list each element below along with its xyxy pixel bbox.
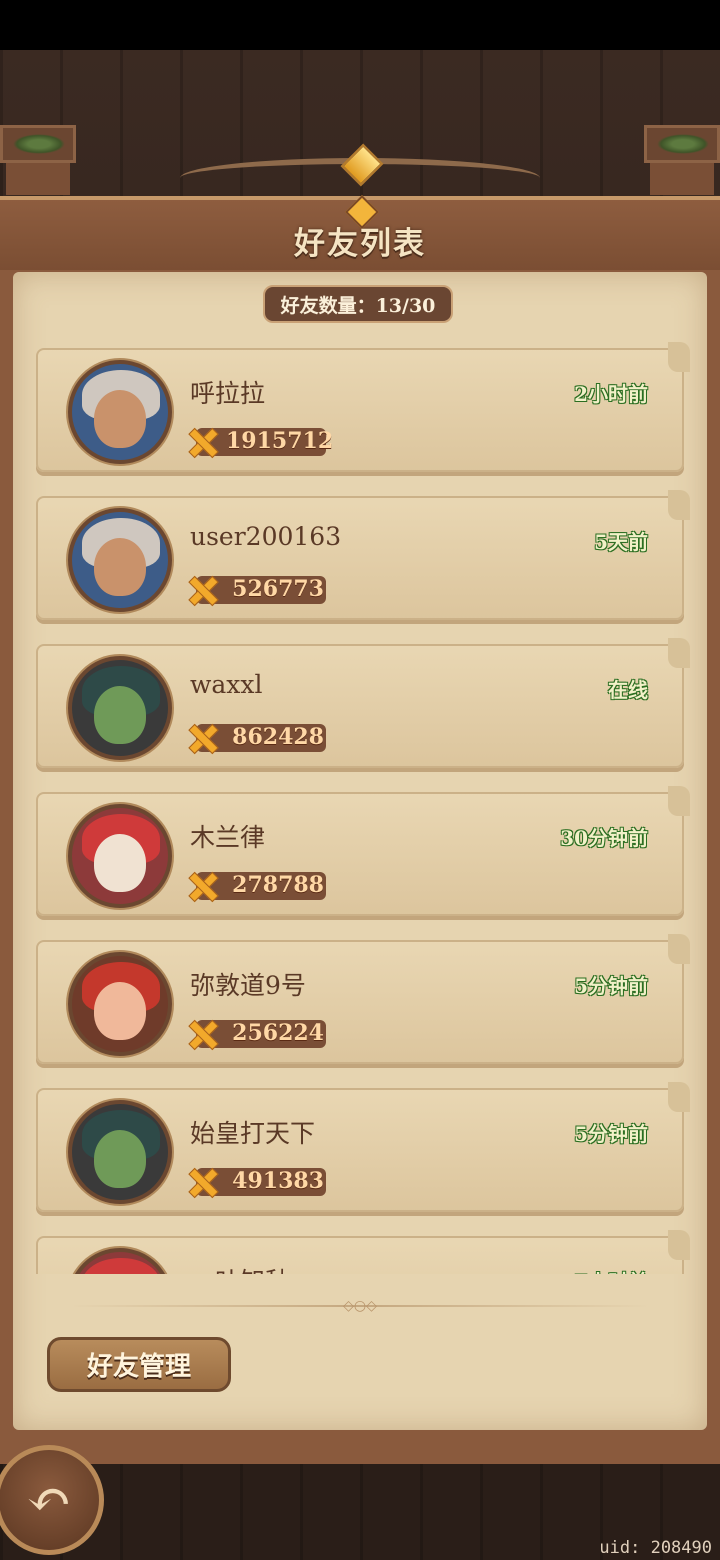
avatar[interactable] — [68, 360, 172, 464]
power-value: 526773 — [232, 576, 324, 602]
left-pillar-decoration — [0, 125, 76, 195]
friend-name: 弥敦道9号 — [190, 971, 306, 1000]
friend-row[interactable]: 弥敦道9号 5分钟前 256224 — [36, 934, 690, 1064]
friend-name: 一叶知秋 — [190, 1262, 290, 1274]
friend-status: 5分钟前 — [574, 974, 648, 998]
friend-row[interactable]: 木兰律 30分钟前 278788 — [36, 786, 690, 916]
power-value: 491383 — [232, 1168, 324, 1194]
power-value: 256224 — [232, 1020, 324, 1046]
friend-status: 在线 — [608, 678, 648, 702]
friend-name: 始皇打天下 — [190, 1119, 316, 1148]
crossed-swords-icon — [184, 424, 220, 460]
friend-count-badge: 好友数量：13/30 — [263, 285, 453, 323]
avatar[interactable] — [68, 656, 172, 760]
friend-name: 木兰律 — [190, 823, 266, 852]
power-value: 278788 — [232, 872, 324, 898]
crossed-swords-icon — [184, 868, 220, 904]
crossed-swords-icon — [184, 1164, 220, 1200]
friend-row[interactable]: waxxl 在线 862428 — [36, 638, 690, 768]
uid-label: uid: 208490 — [599, 1538, 712, 1558]
friend-name: user200163 — [190, 522, 342, 551]
avatar[interactable] — [68, 804, 172, 908]
friend-status: 5分钟前 — [574, 1122, 648, 1146]
panel-title: 好友列表 — [294, 226, 426, 262]
friend-status: 5天前 — [594, 530, 648, 554]
crossed-swords-icon — [184, 572, 220, 608]
divider-ornament-icon: ◇○◇ — [343, 1298, 377, 1314]
friend-name: 呼拉拉 — [190, 379, 266, 408]
system-status-bar — [0, 0, 720, 50]
friend-row[interactable]: user200163 5天前 526773 — [36, 490, 690, 620]
friend-status: 30分钟前 — [560, 826, 648, 850]
avatar[interactable] — [68, 952, 172, 1056]
power-value: 1915712 — [226, 428, 334, 454]
friend-list[interactable]: 呼拉拉 2小时前 1915712 user200163 5天前 526773 w… — [30, 340, 695, 1274]
crossed-swords-icon — [184, 720, 220, 756]
friend-row[interactable]: 呼拉拉 2小时前 1915712 — [36, 342, 690, 472]
crossed-swords-icon — [184, 1016, 220, 1052]
friend-status: 7小时前 — [574, 1266, 648, 1274]
avatar[interactable] — [68, 1100, 172, 1204]
power-value: 862428 — [232, 724, 324, 750]
friend-name: waxxl — [190, 670, 263, 699]
right-pillar-decoration — [644, 125, 720, 195]
back-arrow-icon: ↶ — [26, 1468, 72, 1531]
friend-row[interactable]: 始皇打天下 5分钟前 491383 — [36, 1082, 690, 1212]
friend-status: 2小时前 — [574, 382, 648, 406]
friend-row[interactable]: 一叶知秋 7小时前 — [36, 1230, 690, 1274]
friend-manage-button[interactable]: 好友管理 — [47, 1337, 231, 1392]
avatar[interactable] — [68, 508, 172, 612]
avatar[interactable] — [68, 1248, 172, 1274]
